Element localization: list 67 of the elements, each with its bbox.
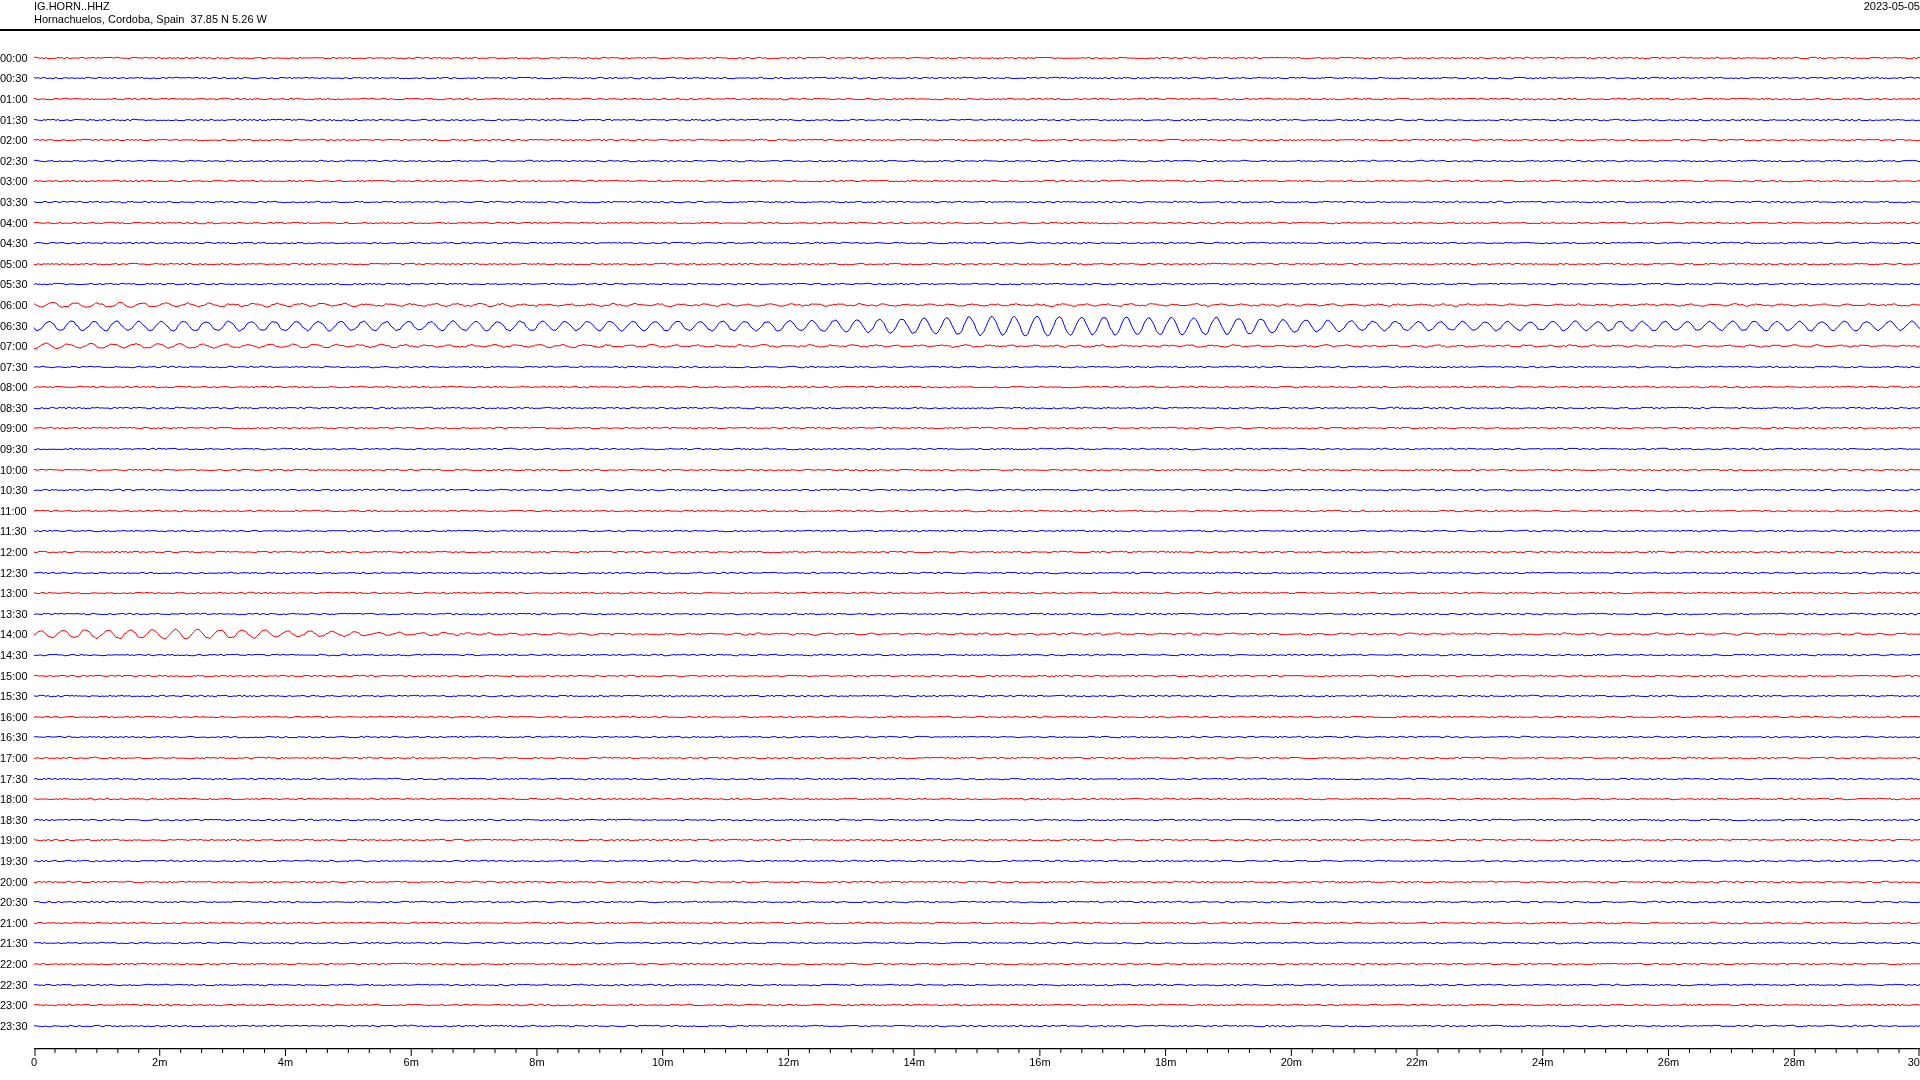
time-label: 12:30	[0, 566, 29, 579]
time-label: 12:00	[0, 546, 29, 559]
time-label: 04:00	[0, 216, 29, 229]
time-label: 10:30	[0, 484, 29, 497]
time-label: 07:00	[0, 340, 29, 353]
date-label: 2023-05-05	[1863, 0, 1920, 12]
time-label: 04:30	[0, 237, 29, 250]
time-label: 10:00	[0, 463, 29, 476]
time-label: 09:30	[0, 443, 29, 456]
time-label: 06:30	[0, 319, 29, 332]
time-label: 06:00	[0, 298, 29, 311]
axis-tick-label: 18m	[1154, 1056, 1177, 1069]
time-label: 11:30	[0, 525, 28, 538]
axis-tick-label: 20m	[1280, 1056, 1303, 1069]
axis-tick-label: 8m	[529, 1056, 545, 1069]
axis-tick-label: 10m	[651, 1056, 674, 1069]
time-label: 13:30	[0, 607, 29, 620]
time-label: 22:30	[0, 978, 29, 991]
time-label: 05:30	[0, 278, 29, 291]
axis-tick-label: 0	[31, 1056, 38, 1069]
time-label: 05:00	[0, 257, 29, 270]
time-label: 19:00	[0, 834, 29, 847]
time-label: 16:00	[0, 710, 29, 723]
time-label: 03:30	[0, 195, 29, 208]
time-label: 17:00	[0, 752, 29, 764]
time-label: 03:00	[0, 175, 29, 188]
axis-tick-label: 28m	[1783, 1056, 1805, 1069]
time-label: 23:00	[0, 999, 29, 1012]
time-label: 02:30	[0, 154, 29, 167]
axis-tick-label: 22m	[1406, 1056, 1428, 1069]
axis-tick-label: 16m	[1029, 1056, 1051, 1069]
time-label: 13:00	[0, 587, 29, 600]
time-label: 17:30	[0, 772, 29, 785]
time-label: 11:00	[0, 504, 28, 517]
axis-tick-label: 30	[1907, 1056, 1920, 1069]
time-label: 09:00	[0, 422, 29, 435]
axis-tick-label: 24m	[1532, 1056, 1554, 1069]
time-label: 21:30	[0, 937, 29, 950]
time-label: 14:30	[0, 649, 29, 661]
time-label: 20:30	[0, 896, 29, 909]
time-label: 16:30	[0, 731, 29, 744]
time-label: 18:30	[0, 813, 29, 826]
time-label: 02:00	[0, 134, 29, 147]
time-label: 01:30	[0, 113, 29, 126]
time-label: 19:30	[0, 854, 29, 867]
time-label: 01:00	[0, 93, 29, 105]
axis-tick-label: 14m	[903, 1056, 925, 1069]
time-label: 21:00	[0, 916, 29, 929]
time-label: 23:30	[0, 1019, 29, 1032]
station-code: IG.HORN..HHZ	[34, 0, 111, 13]
axis-tick-label: 12m	[777, 1056, 800, 1069]
time-label: 15:30	[0, 690, 29, 703]
axis-tick-label: 4m	[277, 1056, 294, 1069]
time-label: 00:30	[0, 72, 29, 85]
axis-tick-label: 26m	[1657, 1056, 1680, 1069]
station-location: Hornachuelos, Cordoba, Spain 37.85 N 5.26 W	[34, 13, 267, 26]
time-label: 07:30	[0, 360, 29, 373]
time-label: 00:00	[0, 51, 29, 64]
axis-tick-label: 2m	[152, 1056, 168, 1069]
time-label: 14:00	[0, 628, 29, 641]
axis-tick-label: 6m	[403, 1056, 419, 1069]
time-label: 20:00	[0, 875, 29, 888]
time-label: 18:00	[0, 793, 29, 806]
time-label: 22:00	[0, 957, 29, 970]
time-label: 15:00	[0, 669, 29, 682]
time-label: 08:30	[0, 401, 29, 414]
time-label: 08:00	[0, 381, 29, 394]
